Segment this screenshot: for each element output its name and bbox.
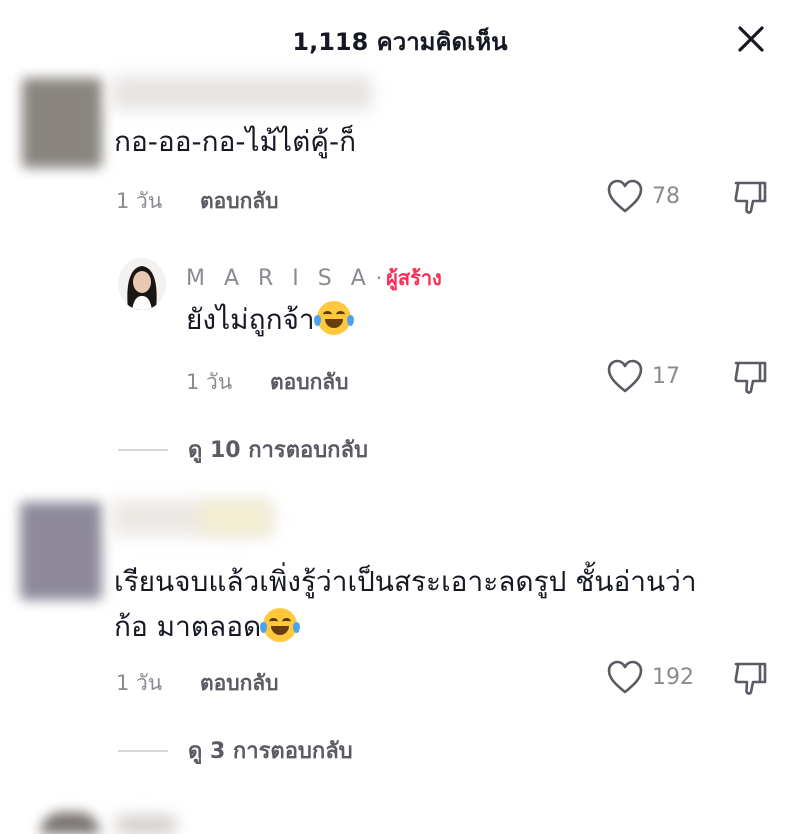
reply-button[interactable]: ตอบกลับ [200, 667, 279, 700]
divider-line [118, 448, 168, 451]
like-button[interactable]: 17 [606, 358, 680, 394]
view-replies-label: ดู 10 การตอบกลับ [188, 438, 368, 463]
reply-button[interactable]: ตอบกลับ [200, 185, 279, 218]
like-count: 17 [652, 363, 680, 389]
face-with-tears-of-joy-emoji [313, 301, 354, 335]
thumbs-down-outline-icon [734, 181, 767, 214]
like-button[interactable]: 78 [606, 178, 680, 214]
dislike-button[interactable] [732, 358, 768, 400]
divider-line [118, 749, 168, 752]
like-count: 78 [652, 183, 680, 209]
avatar[interactable] [20, 502, 102, 600]
comment-time: 1 วัน [116, 671, 163, 695]
like-button[interactable]: 192 [606, 659, 694, 695]
username[interactable] [116, 816, 176, 834]
face-with-tears-of-joy-emoji [260, 608, 301, 642]
comment-text-content: ก้อ มาตลอด [114, 610, 262, 643]
separator-dot: · [375, 266, 383, 290]
person-photo-icon [118, 258, 166, 310]
comment-text: กอ-ออ-กอ-ไม้ไต่คู้-ก็ [114, 125, 357, 158]
dislike-button[interactable] [732, 659, 768, 701]
creator-avatar[interactable] [118, 258, 166, 310]
comment-text: เรียนจบแล้วเพิ่งรู้ว่าเป็นสระเอาะลดรูป ช… [114, 565, 697, 598]
close-button[interactable] [732, 20, 770, 58]
heart-outline-icon [607, 359, 643, 393]
thumbs-down-outline-icon [734, 662, 767, 695]
heart-outline-icon [607, 179, 643, 213]
username[interactable] [112, 76, 372, 110]
avatar[interactable] [40, 812, 100, 834]
page-title: 1,118 ความคิดเห็น [292, 28, 508, 56]
username-badge [200, 502, 270, 534]
reply-text: ยังไม่ถูกจ้า [186, 298, 354, 342]
creator-username[interactable]: M A R I S A [186, 266, 372, 291]
close-icon[interactable] [737, 25, 765, 53]
view-replies-button[interactable]: ดู 3 การตอบกลับ [118, 733, 353, 768]
dislike-button[interactable] [732, 178, 768, 220]
creator-badge: ผู้สร้าง [386, 266, 442, 290]
reply-button[interactable]: ตอบกลับ [270, 366, 349, 399]
heart-outline-icon [607, 660, 643, 694]
avatar[interactable] [22, 78, 102, 168]
comment-text-line2: ก้อ มาตลอด [114, 605, 301, 649]
reply-time: 1 วัน [186, 370, 233, 394]
reply-text-content: ยังไม่ถูกจ้า [186, 303, 315, 336]
thumbs-down-outline-icon [734, 361, 767, 394]
view-replies-button[interactable]: ดู 10 การตอบกลับ [118, 432, 368, 467]
view-replies-label: ดู 3 การตอบกลับ [188, 739, 353, 764]
comment-time: 1 วัน [116, 189, 163, 213]
like-count: 192 [652, 664, 694, 690]
